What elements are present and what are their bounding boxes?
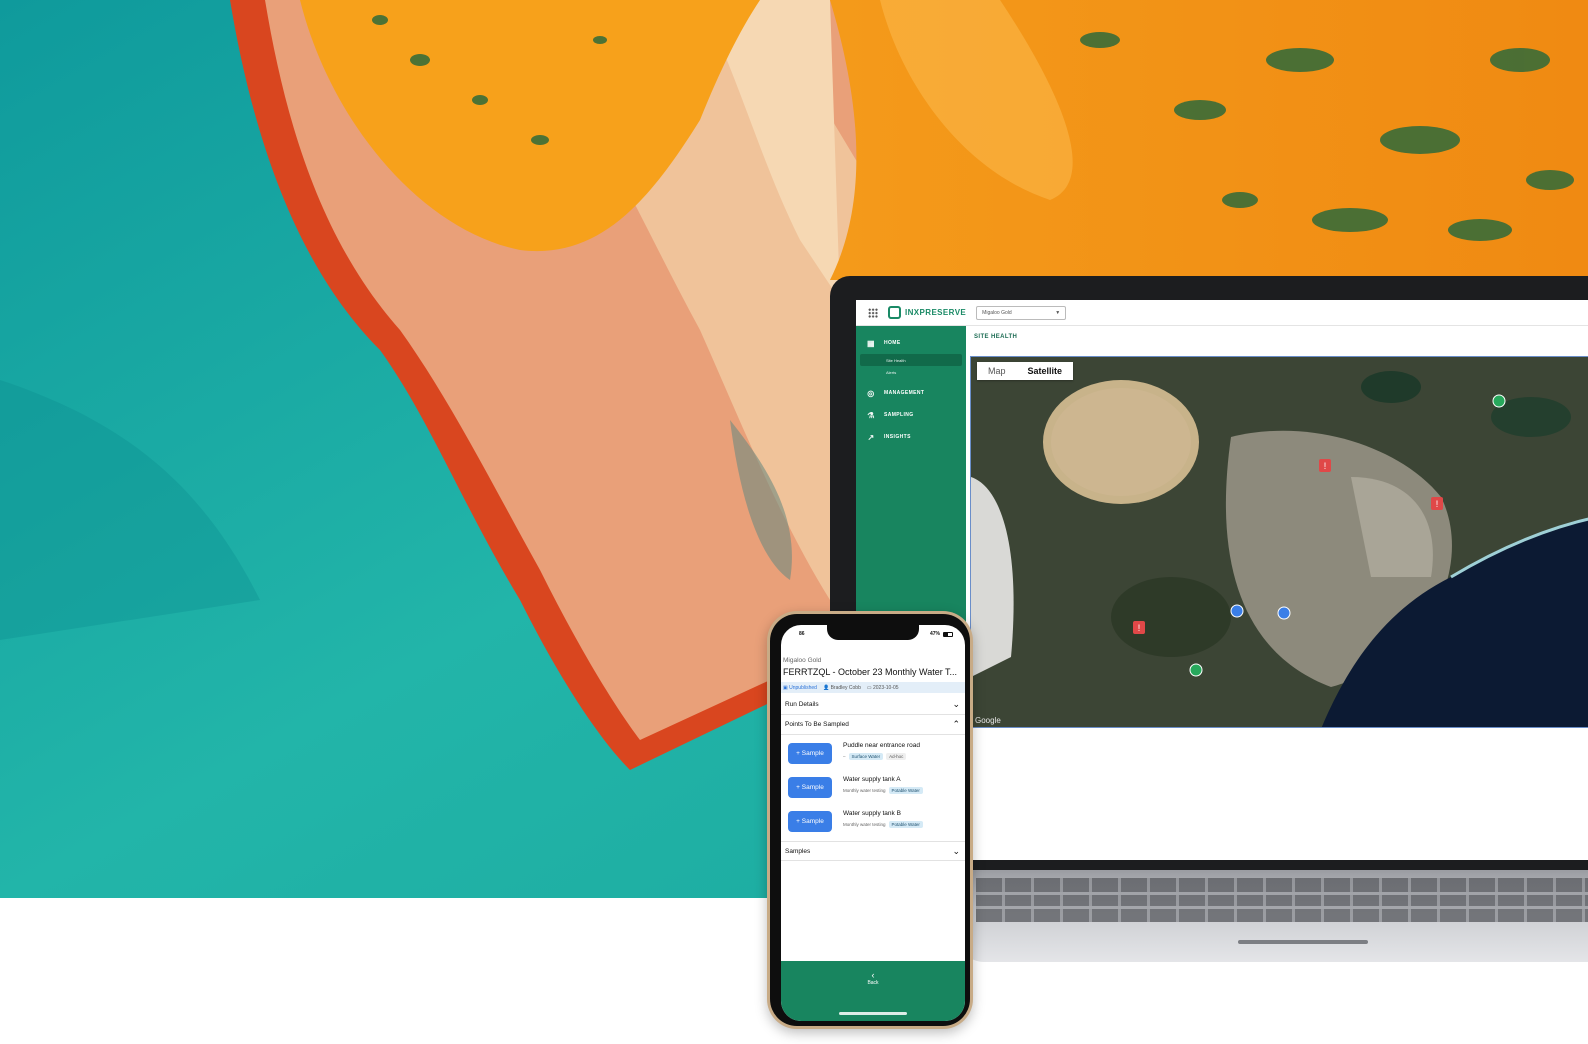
- run-assignee: 👤 Bradley Cobb: [822, 684, 861, 691]
- alert-marker-icon[interactable]: !: [1133, 621, 1145, 634]
- home-indicator: [839, 1012, 907, 1015]
- app-topbar: INXPRESERVE Migaloo Gold ▼: [856, 300, 1588, 326]
- sample-site-marker-icon[interactable]: [1230, 604, 1244, 618]
- tag-badge: Surface Water: [848, 753, 884, 760]
- sample-point-program: –: [843, 754, 846, 759]
- home-grid-icon: ▦: [867, 338, 875, 348]
- status-signal: 86: [799, 631, 805, 637]
- tag-badge: Ad-hoc: [886, 753, 907, 760]
- sidebar-item-management[interactable]: ◎ MANAGEMENT: [856, 382, 966, 404]
- tag-badge: Potable Water: [888, 821, 923, 828]
- sidebar-item-label: INSIGHTS: [884, 434, 911, 440]
- smartphone-bezel: 86 47% Migaloo Gold FERRTZQL - October 2…: [770, 614, 970, 1026]
- brand-name: INXPRESERVE: [905, 308, 967, 317]
- publish-status: ▣ Unpublished: [783, 684, 817, 691]
- map-attribution: Google: [975, 716, 1001, 725]
- trend-line-icon: ↗: [867, 432, 875, 442]
- phone-notch: [827, 625, 919, 640]
- logo-mark-icon: [888, 306, 901, 319]
- healthy-site-marker-icon[interactable]: [1189, 663, 1203, 677]
- sample-point-program: Monthly water testing: [843, 788, 886, 793]
- sample-point-tags: Monthly water testing Potable Water: [843, 787, 923, 794]
- sample-point-name: Water supply tank A: [843, 776, 901, 783]
- sidebar-item-label: MANAGEMENT: [884, 390, 925, 396]
- sidebar-item-insights[interactable]: ↗ INSIGHTS: [856, 426, 966, 448]
- map-markers: ! ! !: [1133, 394, 1506, 677]
- chevron-up-icon: ⌃: [952, 719, 960, 729]
- add-sample-button[interactable]: + Sample: [788, 811, 832, 832]
- chevron-left-icon: ‹: [871, 970, 875, 980]
- section-label: Samples: [785, 847, 811, 855]
- map-tab-satellite[interactable]: Satellite: [1017, 362, 1074, 380]
- sample-point-program: Monthly water testing: [843, 822, 886, 827]
- healthy-site-marker-icon[interactable]: [1492, 394, 1506, 408]
- section-run-details[interactable]: Run Details ⌄: [781, 695, 965, 715]
- phone-screen: 86 47% Migaloo Gold FERRTZQL - October 2…: [781, 625, 965, 1021]
- flask-icon: ⚗: [867, 410, 875, 420]
- sample-site-marker-icon[interactable]: [1277, 606, 1291, 620]
- sample-point-row: + Sample Water supply tank B Monthly wat…: [781, 808, 965, 842]
- sample-point-tags: – Surface Water Ad-hoc: [843, 753, 907, 760]
- map-type-toggle: Map Satellite: [977, 362, 1074, 380]
- svg-text:!: !: [1138, 623, 1141, 633]
- add-sample-button[interactable]: + Sample: [788, 777, 832, 798]
- organisation-select[interactable]: Migaloo Gold ▼: [976, 305, 1067, 320]
- app-grid-icon[interactable]: [868, 307, 878, 318]
- section-label: Run Details: [785, 701, 819, 708]
- page-title: SITE HEALTH: [974, 334, 1018, 340]
- smartphone-frame: 86 47% Migaloo Gold FERRTZQL - October 2…: [767, 611, 973, 1029]
- status-right: 47%: [930, 631, 953, 637]
- phone-footer: ‹ Back: [781, 961, 965, 1021]
- back-label: Back: [867, 980, 879, 986]
- main-content: SITE HEALTH ! ! ! Map Satellite Google: [966, 326, 1588, 860]
- run-meta-bar: ▣ Unpublished 👤 Bradley Cobb ▭ 2023-10-0…: [781, 682, 965, 693]
- svg-text:!: !: [1436, 499, 1439, 509]
- sample-point-tags: Monthly water testing Potable Water: [843, 821, 923, 828]
- add-sample-button[interactable]: + Sample: [788, 743, 832, 764]
- site-map[interactable]: ! ! ! Map Satellite Google: [970, 356, 1588, 728]
- alert-marker-icon[interactable]: !: [1319, 459, 1331, 472]
- chevron-down-icon: ⌄: [952, 845, 960, 856]
- battery-icon: [943, 631, 953, 637]
- battery-percent: 47%: [929, 631, 940, 637]
- section-samples[interactable]: Samples ⌄: [781, 841, 965, 861]
- sidebar-item-label: SAMPLING: [884, 412, 914, 418]
- sample-point-row: + Sample Puddle near entrance road – Sur…: [781, 740, 965, 774]
- sample-point-row: + Sample Water supply tank A Monthly wat…: [781, 774, 965, 808]
- map-tab-map[interactable]: Map: [977, 362, 1017, 380]
- brand-logo[interactable]: INXPRESERVE: [888, 306, 966, 319]
- target-icon: ◎: [867, 388, 875, 398]
- sidebar-item-sampling[interactable]: ⚗ SAMPLING: [856, 404, 966, 426]
- section-points-to-be-sampled[interactable]: Points To Be Sampled ⌃: [781, 715, 965, 735]
- run-date: ▭ 2023-10-05: [866, 684, 899, 691]
- sample-point-name: Puddle near entrance road: [843, 742, 920, 749]
- back-button[interactable]: ‹ Back: [781, 970, 965, 987]
- run-title: FERRTZQL - October 23 Monthly Water T...: [783, 667, 958, 677]
- keyboard-keys: [976, 878, 1588, 922]
- sample-point-name: Water supply tank B: [843, 810, 901, 817]
- organisation-select-value: Migaloo Gold: [982, 309, 1012, 316]
- alert-marker-icon[interactable]: !: [1431, 497, 1443, 510]
- sidebar-subitem-site-health[interactable]: Site Health: [860, 354, 962, 366]
- laptop-keyboard-base: [958, 870, 1588, 962]
- tag-badge: Potable Water: [888, 787, 923, 794]
- section-label: Points To Be Sampled: [785, 721, 849, 728]
- sidebar-item-home[interactable]: ▦ HOME: [856, 332, 966, 354]
- chevron-down-icon: ⌄: [952, 699, 960, 709]
- svg-text:!: !: [1324, 461, 1327, 471]
- sidebar-item-label: HOME: [884, 340, 901, 346]
- laptop-hinge: [1238, 940, 1368, 944]
- sidebar-subitem-alerts[interactable]: Alerts: [856, 366, 966, 378]
- run-organisation: Migaloo Gold: [783, 657, 822, 664]
- chevron-down-icon: ▼: [1055, 309, 1061, 316]
